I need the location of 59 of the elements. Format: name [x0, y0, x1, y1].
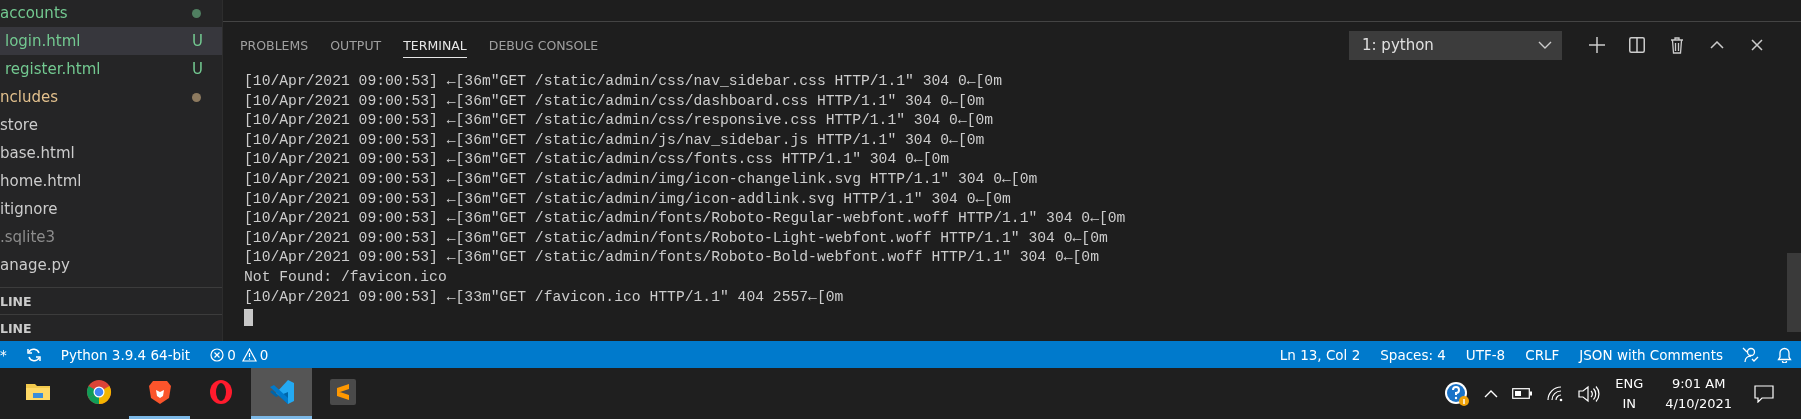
panel-tab[interactable]: DEBUG CONSOLE — [488, 32, 599, 58]
volume-icon[interactable] — [1578, 384, 1601, 403]
file-tree-item[interactable]: anage.py — [0, 251, 222, 279]
sync-icon[interactable] — [25, 346, 42, 363]
error-icon — [210, 347, 225, 362]
bell-icon[interactable] — [1777, 346, 1792, 363]
file-tree-item[interactable]: .sqlite3 — [0, 223, 222, 251]
language-indicator[interactable]: ENG IN — [1615, 373, 1644, 414]
trash-icon[interactable] — [1670, 36, 1684, 54]
chevron-up-icon[interactable] — [1710, 41, 1724, 49]
terminal-line: [10/Apr/2021 09:00:53] ←[36m"GET /static/admin/fonts/Roboto-Light-webfont.woff HTTP/1.1" 304 0←[0m — [244, 228, 1109, 248]
terminal-line: [10/Apr/2021 09:00:53] ←[36m"GET /static/admin/img/icon-addlink.svg HTTP/1.1" 304 0←[0m — [244, 189, 1012, 209]
terminal-line: [10/Apr/2021 09:00:53] ←[36m"GET /static/admin/css/fonts.css HTTP/1.1" 304 0←[0m — [244, 150, 951, 170]
help-icon[interactable] — [1444, 380, 1471, 407]
terminal-line: [10/Apr/2021 09:00:53] ←[36m"GET /static/admin/js/nav_sidebar.js HTTP/1.1" 304 0←[0m — [244, 130, 986, 150]
browser-icon — [84, 378, 113, 406]
file-tree-item[interactable]: ncludes — [0, 83, 222, 111]
problems-indicator[interactable]: 0 0 — [200, 346, 282, 363]
feedback-icon[interactable] — [1742, 346, 1759, 363]
file-tree-item[interactable]: store — [0, 111, 222, 139]
warning-icon — [241, 347, 257, 362]
status-item[interactable]: UTF-8 — [1455, 346, 1516, 363]
status-item[interactable]: Ln 13, Col 2 — [1269, 346, 1371, 363]
scrollbar-thumb[interactable] — [1787, 253, 1801, 332]
python-interpreter[interactable]: Python 3.9.4 64-bit — [50, 346, 201, 363]
file-tree-item[interactable]: home.html — [0, 167, 222, 195]
status-item[interactable]: Spaces: 4 — [1370, 346, 1456, 363]
file-tree-item[interactable]: register.html U — [0, 55, 222, 83]
terminal-line: [10/Apr/2021 09:00:53] ←[36m"GET /static/admin/fonts/Roboto-Bold-webfont.woff HTTP/1.1" 304 0←[0m — [244, 248, 1100, 268]
terminal-cursor — [244, 309, 253, 327]
chevron-down-icon — [1538, 41, 1552, 49]
split-panel-icon[interactable] — [1629, 37, 1645, 53]
terminal-line: [10/Apr/2021 09:00:53] ←[36m"GET /static/admin/fonts/Roboto-Regular-webfont.woff HTTP/1.1" 304 0←[0m — [244, 209, 1127, 229]
close-icon[interactable] — [1751, 39, 1763, 51]
terminal-line: [10/Apr/2021 09:00:53] ←[36m"GET /static/admin/css/dashboard.css HTTP/1.1" 304 0←[0m — [244, 91, 986, 111]
file-tree-item[interactable]: base.html — [0, 139, 222, 167]
terminal-line: Not Found: /favicon.ico — [244, 267, 448, 287]
git-status-letter: U — [192, 32, 204, 50]
terminal-line: [10/Apr/2021 09:00:53] ←[36m"GET /static/admin/css/responsive.css HTTP/1.1" 304 0←[0m — [244, 111, 995, 131]
status-text: * — [0, 346, 8, 363]
status-item[interactable]: CRLF — [1515, 346, 1570, 363]
battery-icon[interactable] — [1512, 388, 1533, 399]
clock[interactable]: 9:01 AM 4/10/2021 — [1665, 373, 1732, 414]
terminal-line: [10/Apr/2021 09:00:53] ←[36m"GET /static/admin/css/nav_sidebar.css HTTP/1.1" 304 0←[0m — [244, 72, 1003, 91]
file-tree-item[interactable]: login.html U — [0, 27, 222, 55]
file-tree-item[interactable]: itignore — [0, 195, 222, 223]
terminal-line: [10/Apr/2021 09:00:53] ←[33m"GET /favicon.ico HTTP/1.1" 404 2557←[0m — [244, 287, 845, 307]
git-status-letter: U — [192, 60, 204, 78]
panel-tab[interactable]: OUTPUT — [330, 32, 382, 58]
notification-icon[interactable] — [1754, 384, 1774, 403]
panel-tab[interactable]: TERMINAL — [403, 32, 467, 58]
terminal-line: [10/Apr/2021 09:00:53] ←[36m"GET /static/admin/img/icon-changelink.svg HTTP/1.1" 304 0←[0m — [244, 169, 1039, 189]
file-tree-item[interactable]: accounts — [0, 0, 222, 27]
wifi-icon[interactable] — [1546, 385, 1565, 402]
section-header[interactable]: LINE — [0, 287, 222, 314]
panel-tab[interactable]: PROBLEMS — [240, 32, 309, 58]
terminal-dropdown[interactable]: 1: python — [1349, 30, 1562, 60]
add-icon[interactable] — [1588, 36, 1606, 54]
status-item[interactable]: JSON with Comments — [1569, 346, 1733, 363]
